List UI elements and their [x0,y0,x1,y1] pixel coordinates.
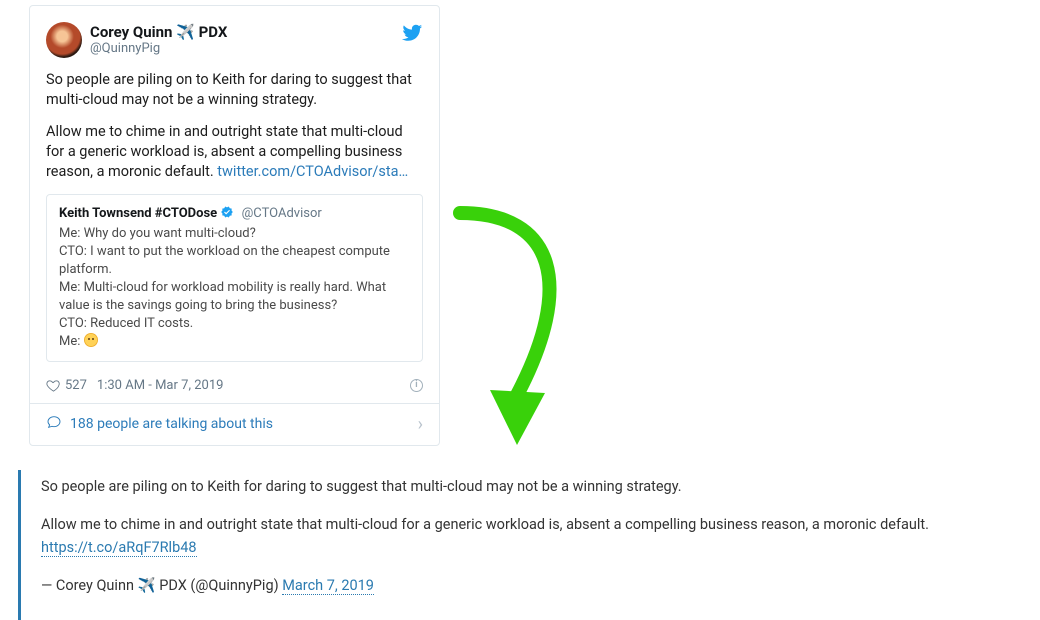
info-icon[interactable]: i [410,379,423,392]
blockquote-attribution: — Corey Quinn ✈️ PDX (@QuinnyPig) March … [41,575,1018,597]
airplane-icon: ✈️ [176,23,195,41]
embedded-tweet[interactable]: Corey Quinn ✈️ PDX @QuinnyPig So people … [29,5,440,446]
quoted-line-1: Me: Why do you want multi-cloud? [59,226,256,241]
quoted-line-2: CTO: I want to put the workload on the c… [59,244,390,277]
blockquote-paragraph-2: Allow me to chime in and outright state … [41,514,1018,559]
author-name-text: Corey Quinn [90,23,176,41]
tweet-header: Corey Quinn ✈️ PDX @QuinnyPig [46,22,423,58]
tweet-body: So people are piling on to Keith for dar… [46,70,423,182]
heart-icon [46,378,61,393]
quoted-author-name: Keith Townsend #CTODose [59,206,217,221]
airplane-icon: ✈️ [138,575,156,597]
quoted-header: Keith Townsend #CTODose @CTOAdvisor [59,205,410,221]
conversation-link: 188 people are talking about this [70,416,273,432]
like-count: 527 [65,378,87,393]
attribution-author: — Corey Quinn [41,577,138,594]
twitter-logo-icon[interactable] [401,22,423,48]
tweet-date-link[interactable]: March 7, 2019 [282,577,374,595]
chevron-right-icon: › [418,414,423,435]
tweet-paragraph-2: Allow me to chime in and outright state … [46,122,423,182]
tweet-timestamp[interactable]: 1:30 AM - Mar 7, 2019 [97,378,224,393]
author-name-suffix: PDX [195,23,228,41]
quoted-body: Me: Why do you want multi-cloud? CTO: I … [59,225,410,351]
author-handle[interactable]: @QuinnyPig [90,41,227,57]
like-button[interactable]: 527 [46,378,87,393]
quoted-line-4: CTO: Reduced IT costs. [59,316,193,331]
verified-badge-icon [220,205,234,219]
quoted-author-handle: @CTOAdvisor [242,206,322,221]
annotation-arrow [445,195,605,455]
quoted-line-3: Me: Multi-cloud for workload mobility is… [59,280,386,313]
tweet-footer[interactable]: 188 people are talking about this › [30,403,439,445]
blockquote-paragraph-2-text: Allow me to chime in and outright state … [41,516,929,533]
quoted-tweet-link[interactable]: twitter.com/CTOAdvisor/sta… [217,163,408,180]
reply-icon [46,414,70,434]
blockquote: So people are piling on to Keith for dar… [18,470,1018,620]
author-name[interactable]: Corey Quinn ✈️ PDX [90,23,227,41]
avatar[interactable] [46,22,82,58]
short-link[interactable]: https://t.co/aRqF7Rlb48 [41,539,197,557]
quoted-line-5: Me: [59,334,84,349]
tweet-meta: 527 1:30 AM - Mar 7, 2019 i [46,372,423,403]
blockquote-paragraph-1: So people are piling on to Keith for dar… [41,476,1018,498]
attribution-handle: PDX (@QuinnyPig) [156,577,283,594]
tweet-paragraph-1: So people are piling on to Keith for dar… [46,70,423,110]
thinking-face-icon [84,333,98,347]
quoted-tweet[interactable]: Keith Townsend #CTODose @CTOAdvisor Me: … [46,194,423,362]
